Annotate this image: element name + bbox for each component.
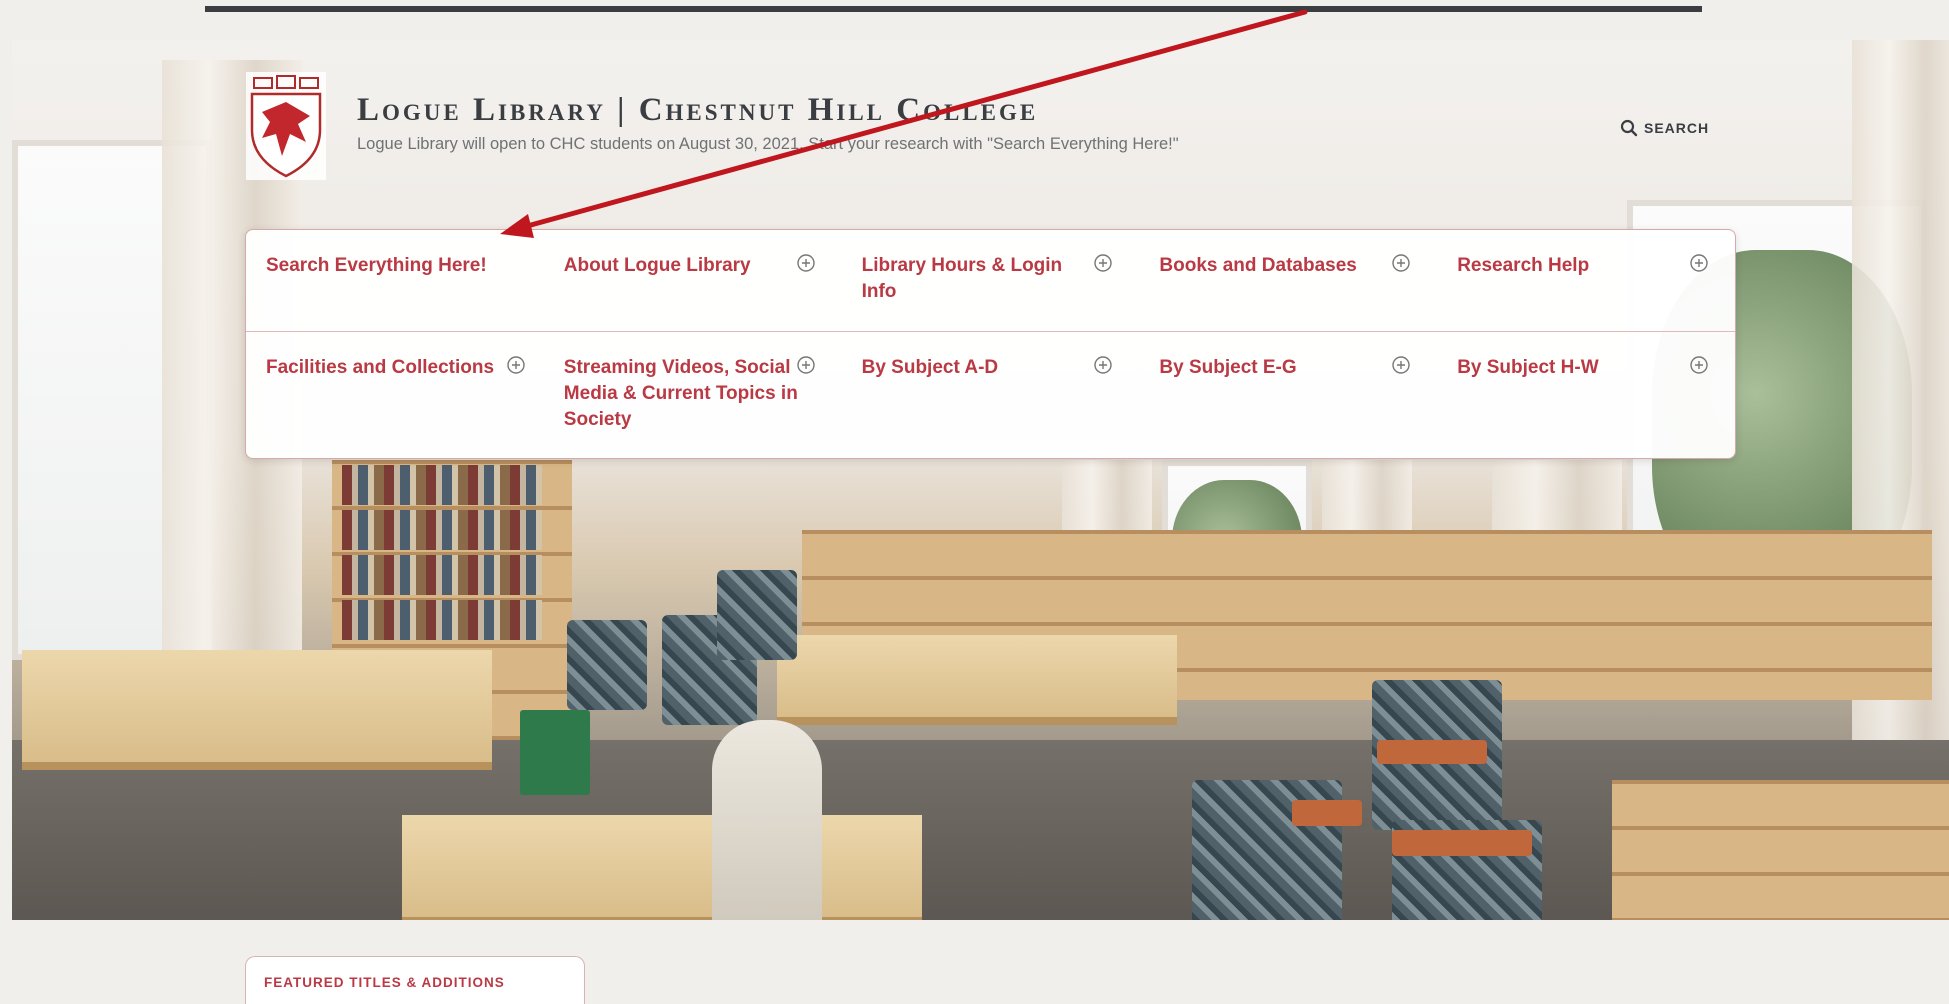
top-bar: [205, 6, 1702, 12]
nav-item-label: Facilities and Collections: [266, 357, 495, 378]
plus-circle-icon[interactable]: [1391, 355, 1411, 375]
college-crest-logo[interactable]: [246, 72, 326, 180]
nav-item-research-help[interactable]: Research Help: [1437, 230, 1735, 331]
nav-item-label: Research Help: [1457, 255, 1590, 276]
nav-item-label: By Subject E-G: [1159, 357, 1297, 378]
site-tagline: Logue Library will open to CHC students …: [357, 135, 1179, 153]
plus-circle-icon[interactable]: [1391, 253, 1411, 273]
armchair-5-rest: [1377, 740, 1487, 764]
nav-item-by-subject-h-w[interactable]: By Subject H-W: [1437, 332, 1735, 460]
search-label: SEARCH: [1644, 120, 1710, 136]
site-title[interactable]: Logue Library | Chestnut Hill College: [357, 92, 1257, 129]
nav-item-streaming-videos[interactable]: Streaming Videos, Social Media & Current…: [544, 332, 842, 460]
nav-item-label: About Logue Library: [563, 255, 751, 276]
nav-item-by-subject-e-g[interactable]: By Subject E-G: [1139, 332, 1437, 460]
sculpture-bust: [712, 720, 822, 920]
nav-item-label: Search Everything Here!: [266, 255, 487, 276]
plus-circle-icon[interactable]: [796, 355, 816, 375]
table-left: [22, 650, 492, 770]
nav-row-2: Facilities and Collections Streaming Vid…: [246, 332, 1735, 460]
nav-item-search-everything[interactable]: Search Everything Here!: [246, 230, 544, 331]
books-row-2: [342, 510, 542, 550]
table-front: [402, 815, 922, 920]
armchair-1: [567, 620, 647, 710]
nav-row-1: Search Everything Here! About Logue Libr…: [246, 230, 1735, 332]
search-button[interactable]: SEARCH: [1620, 117, 1709, 139]
nav-item-label: Books and Databases: [1159, 255, 1357, 276]
recycle-bin: [520, 710, 590, 795]
nav-item-about-logue-library[interactable]: About Logue Library: [544, 230, 842, 331]
nav-item-facilities-and-collections[interactable]: Facilities and Collections: [246, 332, 544, 460]
books-row-4: [342, 600, 542, 640]
nav-item-label: By Subject A-D: [861, 357, 999, 378]
armchair-6-rest: [1392, 830, 1532, 856]
search-icon: [1620, 119, 1638, 137]
armchair-3: [717, 570, 797, 660]
nav-item-library-hours[interactable]: Library Hours & Login Info: [842, 230, 1140, 331]
plus-circle-icon[interactable]: [1093, 355, 1113, 375]
nav-item-books-and-databases[interactable]: Books and Databases: [1139, 230, 1437, 331]
armchair-4-rest: [1292, 800, 1362, 826]
nav-item-label: Streaming Videos, Social Media & Current…: [563, 357, 798, 430]
nav-item-by-subject-a-d[interactable]: By Subject A-D: [842, 332, 1140, 460]
nav-item-label: By Subject H-W: [1457, 357, 1599, 378]
college-crest-icon: [250, 75, 322, 178]
main-navigation: Search Everything Here! About Logue Libr…: [245, 229, 1736, 459]
plus-circle-icon[interactable]: [796, 253, 816, 273]
tab-featured-titles[interactable]: FEATURED TITLES & ADDITIONS: [245, 956, 585, 1004]
plus-circle-icon[interactable]: [1689, 355, 1709, 375]
plus-circle-icon[interactable]: [1689, 253, 1709, 273]
plus-circle-icon[interactable]: [1093, 253, 1113, 273]
front-right-shelf: [1612, 780, 1949, 920]
plus-circle-icon[interactable]: [506, 355, 526, 375]
table-center: [777, 635, 1177, 725]
nav-item-label: Library Hours & Login Info: [861, 255, 1063, 302]
books-row-3: [342, 555, 542, 595]
books-row-1: [342, 465, 542, 505]
